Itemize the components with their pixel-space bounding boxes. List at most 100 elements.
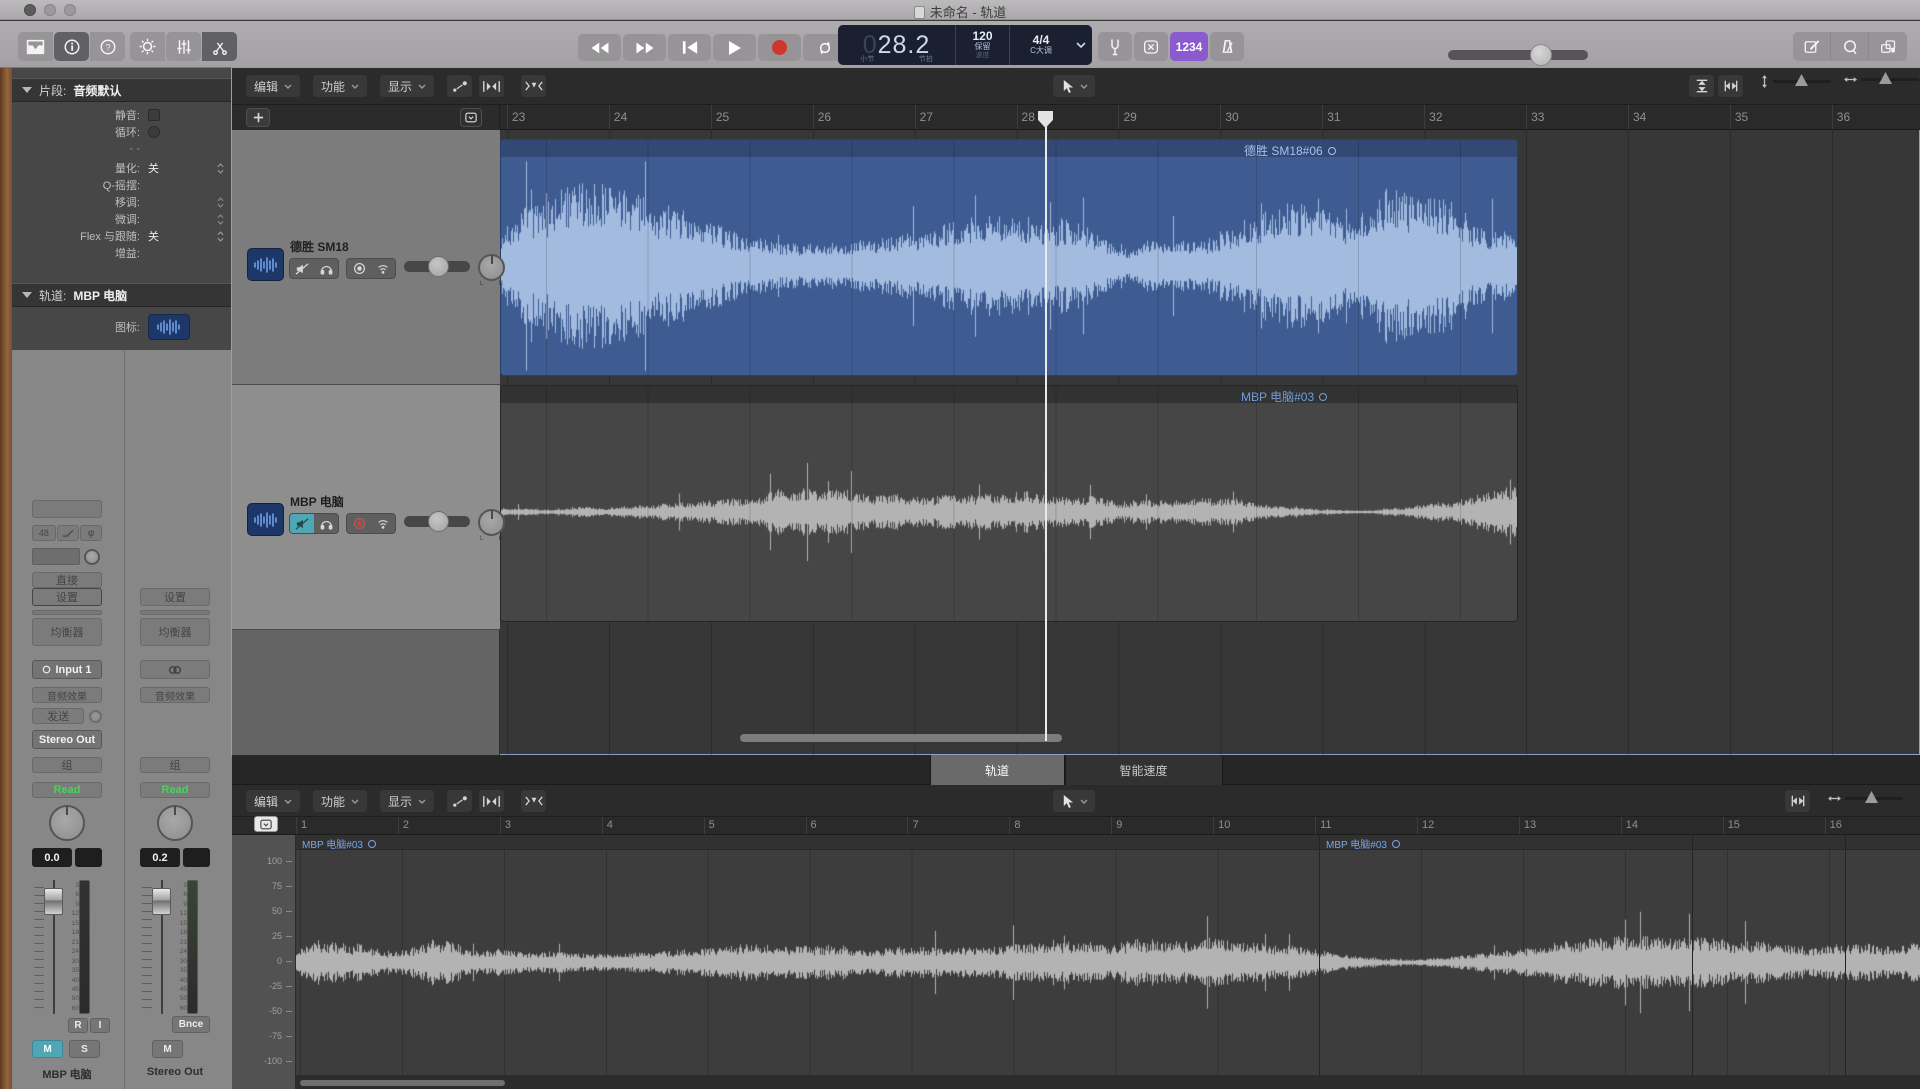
horizontal-zoom-slider[interactable]: [1861, 78, 1919, 81]
disclosure-triangle-icon[interactable]: [22, 87, 32, 93]
loop-browser-icon[interactable]: [1831, 32, 1869, 61]
track-inspector-header[interactable]: 轨道: MBP 电脑: [12, 283, 232, 307]
audio-device-field[interactable]: [32, 500, 102, 518]
functions-menu[interactable]: 功能: [312, 74, 368, 98]
pointer-tool-menu[interactable]: [1052, 74, 1096, 98]
audio-region-track1[interactable]: 德胜 SM18#06: [500, 139, 1518, 376]
fader-cap[interactable]: [152, 888, 171, 915]
mute-track-icon[interactable]: [290, 514, 314, 533]
eq-button[interactable]: 均衡器: [140, 618, 210, 646]
flex-value[interactable]: 关: [148, 228, 159, 244]
editor-region[interactable]: MBP 电脑#03 MBP 电脑#03: [296, 835, 1920, 1075]
edit-menu[interactable]: 编辑: [245, 74, 301, 98]
fader-track[interactable]: [152, 880, 172, 1014]
audio-fx-button[interactable]: 音频效果: [32, 687, 102, 703]
record-enable-icon[interactable]: [347, 259, 371, 278]
lcd-display[interactable]: 028.2 小节节拍 120 保留 速度 4/4 C大调: [838, 25, 1092, 65]
mixer-icon[interactable]: [166, 32, 201, 61]
phase-button[interactable]: φ: [80, 525, 102, 541]
solo-headphone-icon[interactable]: [314, 259, 338, 278]
bounce-button[interactable]: Bnce: [172, 1016, 210, 1033]
edit-menu[interactable]: 编辑: [245, 789, 301, 813]
loop-ring-icon[interactable]: [368, 840, 376, 848]
send-knob[interactable]: [89, 710, 102, 723]
play-button[interactable]: [713, 34, 756, 61]
volume-value[interactable]: 0.2: [140, 848, 180, 867]
quantize-stepper-icon[interactable]: [217, 163, 224, 174]
flex-stepper-icon[interactable]: [217, 231, 224, 242]
forward-button[interactable]: [623, 34, 666, 61]
flex-icon[interactable]: [478, 74, 505, 98]
track-header-2[interactable]: MBP 电脑 LR: [232, 385, 500, 630]
metronome-icon[interactable]: [1210, 32, 1244, 61]
lcd-position[interactable]: 028.2 小节节拍: [838, 25, 956, 65]
lowcut-icon[interactable]: [57, 525, 80, 541]
record-enable-button[interactable]: R: [68, 1018, 88, 1033]
tuner-fork-icon[interactable]: [1098, 32, 1132, 61]
input-button[interactable]: Input 1: [32, 660, 102, 679]
lcd-key-signature[interactable]: 4/4 C大调: [1010, 25, 1072, 65]
region-inspector-header[interactable]: 片段: 音频默认: [12, 78, 232, 102]
editor-bar-ruler[interactable]: 12345678910111213141516: [232, 817, 1920, 835]
audio-track-icon[interactable]: [247, 503, 284, 536]
fader-cap[interactable]: [44, 888, 63, 915]
mute-checkbox[interactable]: [148, 109, 160, 121]
count-in-button[interactable]: 1234: [1170, 32, 1208, 61]
add-track-button[interactable]: [246, 108, 270, 127]
library-icon[interactable]: [18, 32, 53, 61]
track-icon-button[interactable]: [148, 314, 190, 340]
mute-track-icon[interactable]: [290, 259, 314, 278]
cancel-x-icon[interactable]: [1134, 32, 1168, 61]
group-button[interactable]: 组: [32, 757, 102, 773]
catch-playhead-icon[interactable]: [520, 789, 547, 813]
group-button[interactable]: 组: [140, 757, 210, 773]
volume-fader[interactable]: 3691215182124303540455060: [142, 880, 198, 1014]
input-monitor-button[interactable]: I: [90, 1018, 110, 1033]
solo-button[interactable]: S: [69, 1040, 100, 1058]
fit-horizontal-button[interactable]: [1717, 74, 1744, 98]
automation-icon[interactable]: [446, 74, 473, 98]
input-monitor-icon[interactable]: [371, 259, 395, 278]
fit-horizontal-button[interactable]: [1784, 789, 1811, 813]
volume-value[interactable]: 0.0: [32, 848, 72, 867]
flex-icon[interactable]: [478, 789, 505, 813]
vertical-zoom-slider[interactable]: [1773, 80, 1831, 83]
track-name[interactable]: MBP 电脑: [290, 493, 344, 510]
tab-tracks[interactable]: 轨道: [930, 755, 1065, 785]
tab-smart-tempo[interactable]: 智能速度: [1065, 755, 1223, 785]
track-header-1[interactable]: 德胜 SM18 LR: [232, 130, 500, 385]
eq-button[interactable]: 均衡器: [32, 618, 102, 646]
finetune-stepper-icon[interactable]: [217, 214, 224, 225]
horizontal-zoom-thumb[interactable]: [1879, 72, 1892, 84]
lcd-tempo[interactable]: 120 保留 速度: [956, 25, 1010, 65]
pan-knob[interactable]: [157, 805, 193, 841]
pointer-tool-menu[interactable]: [1052, 789, 1096, 813]
editor-scrollbar[interactable]: [300, 1080, 505, 1086]
master-volume-slider[interactable]: [1448, 50, 1588, 60]
track-pan-knob[interactable]: LR: [478, 254, 505, 281]
track-volume-slider[interactable]: [404, 516, 470, 527]
editor-config-button[interactable]: [254, 816, 278, 832]
master-volume-knob[interactable]: [1530, 44, 1552, 66]
smart-controls-icon[interactable]: [130, 32, 165, 61]
volume-fader[interactable]: 3691215182124303540455060: [34, 880, 90, 1014]
automation-mode-button[interactable]: Read: [32, 782, 102, 798]
horizontal-zoom-control[interactable]: [1828, 794, 1903, 803]
loop-checkbox[interactable]: [148, 126, 160, 138]
media-browser-icon[interactable]: [1869, 32, 1907, 61]
track-header-config-button[interactable]: [460, 108, 482, 127]
transpose-stepper-icon[interactable]: [217, 197, 224, 208]
track-volume-knob[interactable]: [428, 256, 449, 277]
view-menu[interactable]: 显示: [379, 74, 435, 98]
horizontal-zoom-thumb[interactable]: [1865, 791, 1878, 803]
stop-button[interactable]: [668, 34, 711, 61]
output-button[interactable]: Stereo Out: [32, 730, 102, 749]
waveform-zoom-button[interactable]: [1688, 74, 1715, 98]
quantize-value[interactable]: 关: [148, 160, 159, 176]
track-volume-slider[interactable]: [404, 261, 470, 272]
rewind-button[interactable]: [578, 34, 621, 61]
mute-button[interactable]: M: [152, 1040, 183, 1058]
gain-48-button[interactable]: 48: [32, 525, 56, 541]
input-monitor-icon[interactable]: [371, 514, 395, 533]
mute-button[interactable]: M: [32, 1040, 63, 1058]
